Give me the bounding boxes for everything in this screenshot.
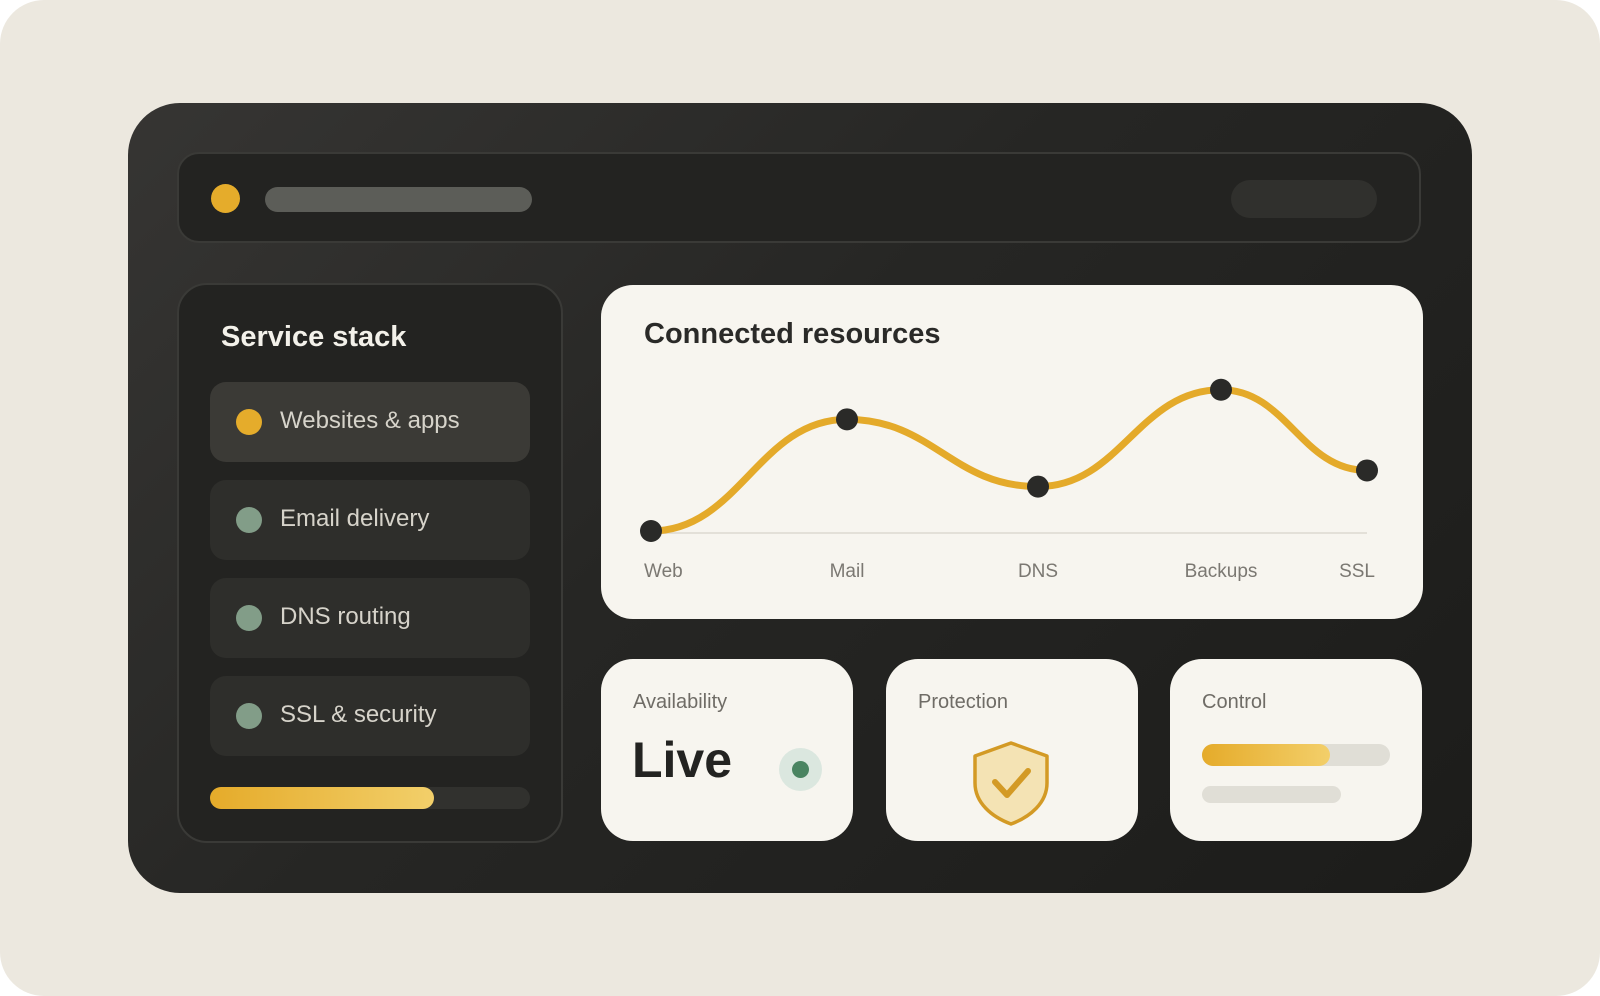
service-item-email[interactable]: Email delivery	[210, 480, 530, 560]
status-dot-icon	[236, 409, 262, 435]
control-title: Control	[1202, 691, 1267, 713]
address-bar[interactable]	[265, 187, 532, 212]
live-status-icon	[779, 748, 822, 791]
control-slider[interactable]	[1202, 744, 1390, 766]
availability-card: Availability Live	[601, 659, 853, 841]
service-stack-panel: Service stack Websites & apps Email deli…	[177, 283, 563, 843]
availability-title: Availability	[633, 691, 728, 713]
dashboard-window: Service stack Websites & apps Email deli…	[128, 103, 1472, 893]
page-background: Service stack Websites & apps Email deli…	[0, 0, 1600, 996]
status-dot-icon	[236, 605, 262, 631]
line-chart: Web Mail DNS Backups SSL	[640, 378, 1378, 582]
data-point-mail[interactable]	[836, 408, 858, 431]
availability-value: Live	[632, 732, 733, 788]
control-card: Control	[1170, 659, 1422, 841]
service-item-label: SSL & security	[280, 701, 437, 728]
data-point-web[interactable]	[640, 520, 662, 542]
series-line	[647, 386, 1371, 535]
connected-resources-card: Connected resources Web Mail DNS Backups SSL	[601, 285, 1423, 619]
control-secondary-bar	[1202, 786, 1341, 803]
service-item-websites[interactable]: Websites & apps	[210, 382, 530, 462]
service-item-label: Websites & apps	[280, 407, 460, 434]
shield-check-icon	[973, 741, 1049, 826]
status-dot-icon	[236, 507, 262, 533]
live-status-dot	[792, 761, 809, 778]
data-point-dns[interactable]	[1027, 475, 1049, 498]
service-item-ssl[interactable]: SSL & security	[210, 676, 530, 756]
topbar-button[interactable]	[1231, 180, 1377, 218]
x-tick-label: Backups	[1185, 561, 1258, 582]
brand-logo-dot	[211, 184, 240, 213]
protection-card: Protection	[886, 659, 1138, 841]
x-tick-label: SSL	[1339, 561, 1375, 582]
status-dot-icon	[236, 703, 262, 729]
data-point-ssl[interactable]	[1356, 459, 1378, 482]
service-item-dns[interactable]: DNS routing	[210, 578, 530, 658]
x-tick-label: DNS	[1018, 561, 1058, 582]
service-item-label: Email delivery	[280, 505, 430, 532]
data-point-backups[interactable]	[1210, 378, 1232, 401]
sidebar-title: Service stack	[221, 321, 407, 353]
top-bar	[177, 152, 1421, 243]
x-tick-label: Mail	[830, 561, 865, 582]
service-item-label: DNS routing	[280, 603, 411, 630]
sidebar-progress-bar	[210, 787, 530, 809]
protection-title: Protection	[918, 691, 1009, 713]
sidebar-progress-fill	[210, 787, 434, 809]
control-slider-fill	[1202, 744, 1330, 766]
x-tick-label: Web	[644, 561, 683, 582]
